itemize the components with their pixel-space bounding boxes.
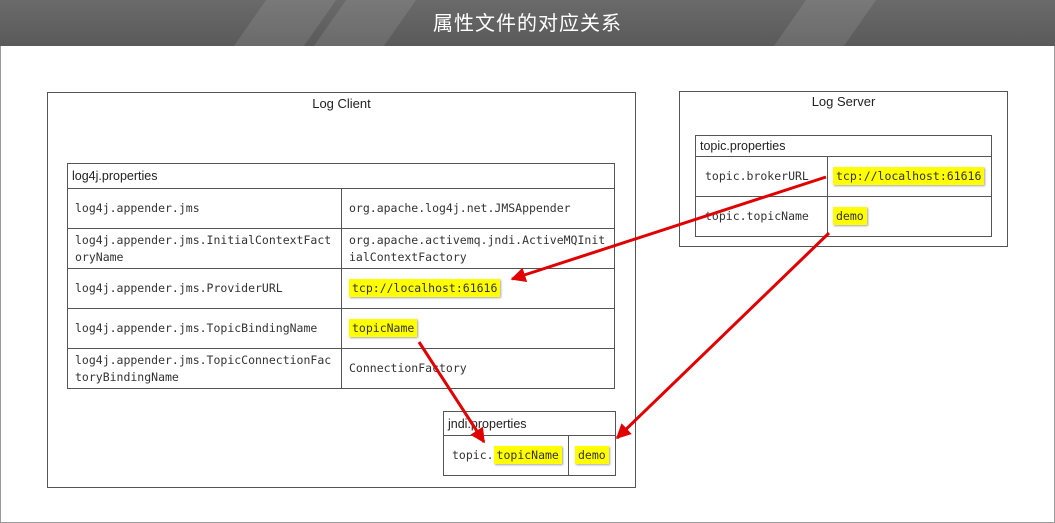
page-title: 属性文件的对应关系	[433, 11, 622, 35]
table-row: log4j.appender.jms.TopicConnectionFac to…	[67, 348, 615, 389]
log4j-table-title: log4j.properties	[67, 163, 615, 189]
log4j-properties-table: log4j.properties log4j.appender.jms org.…	[67, 163, 615, 389]
topic-table-title: topic.properties	[695, 135, 992, 157]
topic-properties-table: topic.properties topic.brokerURL tcp://l…	[695, 135, 992, 237]
jndi-demo-highlight: demo	[575, 446, 609, 464]
jndi-topic-name-highlight: topicName	[493, 446, 562, 464]
property-key: topic.topicName	[695, 196, 828, 237]
broker-url-highlight: tcp://localhost:61616	[833, 167, 985, 185]
property-key: topic.brokerURL	[695, 156, 828, 197]
table-row: log4j.appender.jms org.apache.log4j.net.…	[67, 188, 615, 229]
table-row: topic.brokerURL tcp://localhost:61616	[695, 156, 992, 197]
jndi-table-title: jndi.properties	[443, 411, 616, 436]
log-server-title: Log Server	[811, 94, 876, 109]
table-row: log4j.appender.jms.InitialContextFact or…	[67, 228, 615, 269]
property-key: log4j.appender.jms.TopicConnectionFac to…	[67, 348, 342, 389]
property-value-cell: topicName	[341, 308, 615, 349]
property-key: log4j.appender.jms.TopicBindingName	[67, 308, 342, 349]
log-client-title: Log Client	[312, 96, 371, 111]
jndi-key-prefix: topic.	[452, 448, 494, 462]
server-demo-highlight: demo	[833, 207, 867, 225]
topic-binding-name-highlight: topicName	[349, 319, 418, 337]
property-value: org.apache.activemq.jndi.ActiveMQInit ia…	[341, 228, 615, 269]
property-key: log4j.appender.jms.ProviderURL	[67, 268, 342, 309]
property-value-cell: demo	[568, 435, 616, 476]
property-key-cell: topic. topicName	[443, 435, 569, 476]
table-row: log4j.appender.jms.ProviderURL tcp://loc…	[67, 268, 615, 309]
jndi-properties-table: jndi.properties topic. topicName demo	[443, 411, 616, 476]
property-value: org.apache.log4j.net.JMSAppender	[341, 188, 615, 229]
property-value-cell: demo	[827, 196, 992, 237]
property-value: ConnectionFactory	[341, 348, 615, 389]
table-row: topic.topicName demo	[695, 196, 992, 237]
property-value-cell: tcp://localhost:61616	[827, 156, 992, 197]
property-key: log4j.appender.jms	[67, 188, 342, 229]
table-row: topic.topicName demo	[443, 435, 616, 476]
title-bar: 属性文件的对应关系	[0, 0, 1055, 46]
property-key: log4j.appender.jms.InitialContextFact or…	[67, 228, 342, 269]
provider-url-highlight: tcp://localhost:61616	[349, 279, 501, 297]
property-value-cell: tcp://localhost:61616	[341, 268, 615, 309]
table-row: log4j.appender.jms.TopicBindingName topi…	[67, 308, 615, 349]
